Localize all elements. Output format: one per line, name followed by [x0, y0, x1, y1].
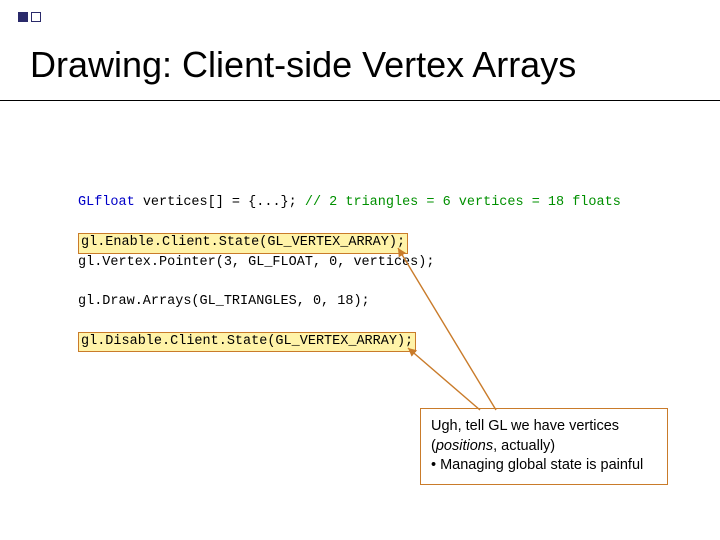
code-group: gl.Disable.Client.State(GL_VERTEX_ARRAY)…: [78, 332, 638, 353]
code-group: gl.Enable.Client.State(GL_VERTEX_ARRAY);…: [78, 233, 638, 273]
square-icon: [31, 12, 41, 22]
square-icon: [18, 12, 28, 22]
highlighted-code-disable: gl.Disable.Client.State(GL_VERTEX_ARRAY)…: [78, 332, 416, 353]
callout-italic: positions: [436, 438, 493, 454]
code-text: gl.Vertex.Pointer(3, GL_FLOAT, 0, vertic…: [78, 255, 434, 270]
code-text: gl.Draw.Arrays(GL_TRIANGLES, 0, 18);: [78, 294, 370, 309]
code-line: GLfloat vertices[] = {...}; // 2 triangl…: [78, 194, 638, 213]
callout-text: , actually): [493, 438, 555, 454]
highlighted-code-enable: gl.Enable.Client.State(GL_VERTEX_ARRAY);: [78, 233, 408, 254]
code-text: vertices[] = {...};: [135, 195, 305, 210]
callout-text: Ugh, tell GL we have vertices: [431, 418, 619, 434]
code-keyword: GLfloat: [78, 195, 135, 210]
code-block: GLfloat vertices[] = {...}; // 2 triangl…: [78, 194, 638, 372]
code-line: gl.Draw.Arrays(GL_TRIANGLES, 0, 18);: [78, 293, 638, 312]
code-comment: // 2 triangles = 6 vertices = 18 floats: [305, 195, 621, 210]
callout-text: • Managing global state is painful: [431, 457, 643, 473]
annotation-callout: Ugh, tell GL we have vertices (positions…: [420, 408, 668, 485]
slide-title: Drawing: Client-side Vertex Arrays: [30, 44, 576, 86]
title-divider: [0, 100, 720, 101]
corner-decoration: [18, 12, 41, 22]
